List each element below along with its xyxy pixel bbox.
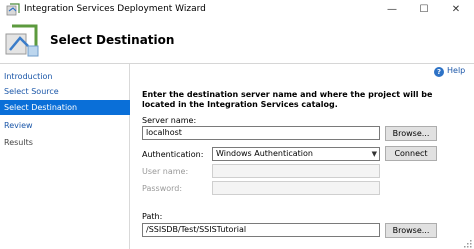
path-label: Path:: [142, 212, 163, 221]
page-title: Select Destination: [50, 33, 175, 47]
help-label: Help: [447, 66, 466, 75]
path-browse-button[interactable]: Browse...: [385, 223, 437, 238]
authentication-value: Windows Authentication: [216, 149, 313, 158]
server-browse-button[interactable]: Browse...: [385, 126, 437, 141]
help-icon: ?: [434, 67, 444, 77]
sidebar-item-results: Results: [4, 138, 33, 147]
close-button[interactable]: ✕: [442, 0, 470, 20]
password-input: [212, 181, 380, 195]
user-name-label: User name:: [142, 167, 189, 176]
sidebar-item-select-source[interactable]: Select Source: [0, 84, 130, 99]
chevron-down-icon: ▼: [371, 150, 377, 158]
wizard-steps-sidebar: Introduction Select Source Select Destin…: [0, 64, 130, 249]
window-title: Integration Services Deployment Wizard: [24, 4, 206, 14]
title-bar: Integration Services Deployment Wizard —…: [0, 0, 474, 20]
wizard-icon: [5, 24, 39, 57]
server-name-label: Server name:: [142, 116, 197, 125]
path-input[interactable]: /SSISDB/Test/SSISTutorial: [142, 223, 380, 237]
help-link[interactable]: ? Help: [434, 66, 465, 77]
connect-button[interactable]: Connect: [385, 146, 437, 161]
sidebar-item-select-destination[interactable]: Select Destination: [0, 100, 130, 115]
authentication-select[interactable]: Windows Authentication ▼: [212, 147, 380, 161]
app-icon: [6, 3, 20, 16]
resize-grip-icon[interactable]: [464, 240, 472, 248]
maximize-button[interactable]: ☐: [410, 0, 438, 20]
user-name-input: [212, 164, 380, 178]
instruction-text: Enter the destination server name and wh…: [142, 90, 433, 109]
minimize-button[interactable]: —: [378, 0, 406, 20]
sidebar-item-review[interactable]: Review: [0, 118, 130, 133]
wizard-header: Select Destination: [0, 20, 474, 64]
server-name-input[interactable]: localhost: [142, 126, 380, 140]
password-label: Password:: [142, 184, 183, 193]
sidebar-item-introduction[interactable]: Introduction: [0, 69, 130, 84]
authentication-label: Authentication:: [142, 150, 204, 159]
